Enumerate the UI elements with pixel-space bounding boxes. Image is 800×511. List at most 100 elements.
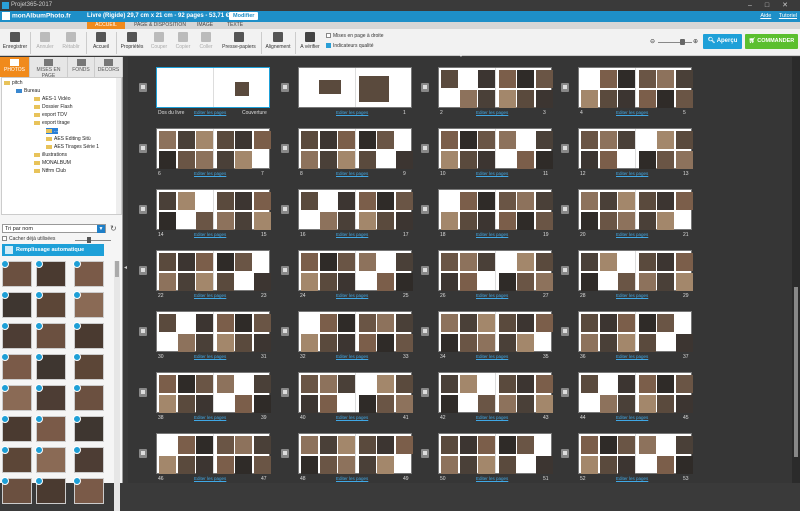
library-photo[interactable]	[2, 261, 32, 287]
tab-decors[interactable]: DECORS	[95, 57, 123, 77]
page-settings-icon[interactable]	[561, 205, 569, 214]
tree-node[interactable]: illustrations	[34, 152, 67, 158]
album-spread[interactable]	[578, 189, 693, 230]
page-settings-icon[interactable]	[561, 449, 569, 458]
paste-button[interactable]: Coller	[195, 30, 217, 50]
library-photo[interactable]	[2, 446, 32, 473]
edit-pages-link[interactable]: Editer les pages	[194, 171, 226, 176]
thumbnail-slider-handle[interactable]	[87, 237, 91, 243]
collapse-panel-icon[interactable]: ◂	[124, 264, 127, 271]
album-spread[interactable]	[578, 67, 693, 108]
library-photo[interactable]	[35, 446, 66, 473]
page-settings-icon[interactable]	[139, 327, 147, 336]
page-settings-icon[interactable]	[139, 205, 147, 214]
thumbnail-size-slider[interactable]	[67, 237, 119, 243]
library-photo[interactable]	[35, 477, 66, 504]
library-photo[interactable]	[2, 384, 32, 411]
album-spread[interactable]	[438, 311, 553, 352]
album-spread[interactable]	[298, 372, 413, 413]
album-spread[interactable]	[578, 311, 693, 352]
preview-button[interactable]: 🔍︎ Aperçu	[703, 34, 742, 49]
edit-pages-link[interactable]: Editer les pages	[616, 293, 648, 298]
tree-node[interactable]: AES Tirages Série 1	[46, 144, 99, 150]
library-photo[interactable]	[35, 415, 66, 442]
page-settings-icon[interactable]	[421, 449, 429, 458]
album-spread[interactable]	[156, 311, 271, 352]
edit-pages-link[interactable]: Editer les pages	[336, 293, 368, 298]
edit-pages-link[interactable]: Editer les pages	[476, 293, 508, 298]
tab-accueil[interactable]: ACCUEIL	[87, 22, 125, 29]
page-settings-icon[interactable]	[421, 266, 429, 275]
album-spread[interactable]	[298, 128, 413, 169]
tutorial-link[interactable]: Tutoriel	[779, 13, 797, 19]
quality-indicators-checkbox[interactable]: Indicateurs qualité	[326, 43, 374, 49]
edit-pages-link[interactable]: Editer les pages	[476, 110, 508, 115]
library-photo[interactable]	[73, 415, 104, 442]
edit-pages-link[interactable]: Editer les pages	[194, 476, 226, 481]
library-photo[interactable]	[35, 261, 66, 287]
page-settings-icon[interactable]	[561, 83, 569, 92]
tree-node[interactable]: Ntfrm Club	[34, 168, 66, 174]
tree-node-selected[interactable]: ...	[46, 128, 59, 134]
edit-pages-link[interactable]: Editer les pages	[476, 415, 508, 420]
page-settings-icon[interactable]	[561, 266, 569, 275]
zoom-slider[interactable]: ⊖ ⊕	[650, 39, 698, 45]
album-spread[interactable]	[156, 433, 271, 474]
tree-node[interactable]: AES Editing Sitü	[46, 136, 91, 142]
page-settings-icon[interactable]	[561, 327, 569, 336]
page-settings-icon[interactable]	[561, 388, 569, 397]
right-page-layout-checkbox[interactable]: Mises en page à droite	[326, 33, 384, 39]
edit-pages-link[interactable]: Editer les pages	[194, 354, 226, 359]
album-spread[interactable]	[438, 189, 553, 230]
library-photo[interactable]	[73, 261, 104, 287]
page-settings-icon[interactable]	[139, 83, 147, 92]
library-photo[interactable]	[35, 384, 66, 411]
tab-image[interactable]: IMAGE	[193, 22, 217, 29]
library-photo[interactable]	[35, 291, 66, 318]
align-button[interactable]: Alignement	[263, 30, 293, 50]
edit-pages-link[interactable]: Editer les pages	[476, 476, 508, 481]
album-scrollbar[interactable]	[792, 57, 800, 483]
library-photo[interactable]	[73, 446, 104, 473]
album-spread[interactable]	[156, 372, 271, 413]
edit-pages-link[interactable]: Editer les pages	[194, 232, 226, 237]
tree-node[interactable]: Bureau	[16, 88, 40, 94]
modify-product-button[interactable]: Modifier	[229, 12, 259, 20]
album-spread[interactable]	[438, 372, 553, 413]
undo-button[interactable]: Annuler	[33, 30, 57, 50]
album-spread[interactable]	[298, 189, 413, 230]
library-photo[interactable]	[2, 353, 32, 380]
tree-node[interactable]: AES-1 Vidéo	[34, 96, 71, 102]
zoom-in-icon[interactable]: ⊕	[693, 38, 698, 45]
tab-photos[interactable]: PHOTOS	[0, 57, 30, 77]
album-spread[interactable]	[156, 189, 271, 230]
clipboard-button[interactable]: Presse-papiers	[219, 30, 259, 50]
album-spread[interactable]	[298, 67, 412, 108]
album-spread[interactable]	[298, 433, 413, 474]
library-photo[interactable]	[2, 415, 32, 442]
sort-select[interactable]: Tri par nom ▼	[2, 224, 106, 233]
album-spread[interactable]	[438, 250, 553, 291]
tree-node[interactable]: pitch	[4, 80, 23, 86]
tab-fonds[interactable]: FONDS	[68, 57, 95, 77]
cut-button[interactable]: Couper	[147, 30, 171, 50]
page-settings-icon[interactable]	[139, 449, 147, 458]
edit-pages-link[interactable]: Editer les pages	[336, 415, 368, 420]
photo-library-scrollbar[interactable]	[114, 261, 120, 511]
order-button[interactable]: 🛒︎ COMMANDER	[745, 34, 798, 49]
tab-page-disposition[interactable]: PAGE & DISPOSITION	[127, 22, 193, 29]
edit-pages-link[interactable]: Editer les pages	[336, 232, 368, 237]
album-spread[interactable]	[438, 67, 553, 108]
zoom-handle[interactable]	[680, 39, 685, 45]
copy-button[interactable]: Copier	[172, 30, 194, 50]
album-spread[interactable]	[438, 433, 553, 474]
tree-scrollbar[interactable]	[116, 78, 121, 214]
library-photo[interactable]	[35, 322, 66, 349]
edit-pages-link[interactable]: Editer les pages	[616, 415, 648, 420]
tree-node[interactable]: MONALBUM	[34, 160, 71, 166]
library-photo[interactable]	[73, 322, 104, 349]
library-photo[interactable]	[2, 477, 32, 504]
properties-button[interactable]: Propriétés	[118, 30, 146, 50]
edit-pages-link[interactable]: Editer les pages	[476, 354, 508, 359]
page-settings-icon[interactable]	[561, 144, 569, 153]
